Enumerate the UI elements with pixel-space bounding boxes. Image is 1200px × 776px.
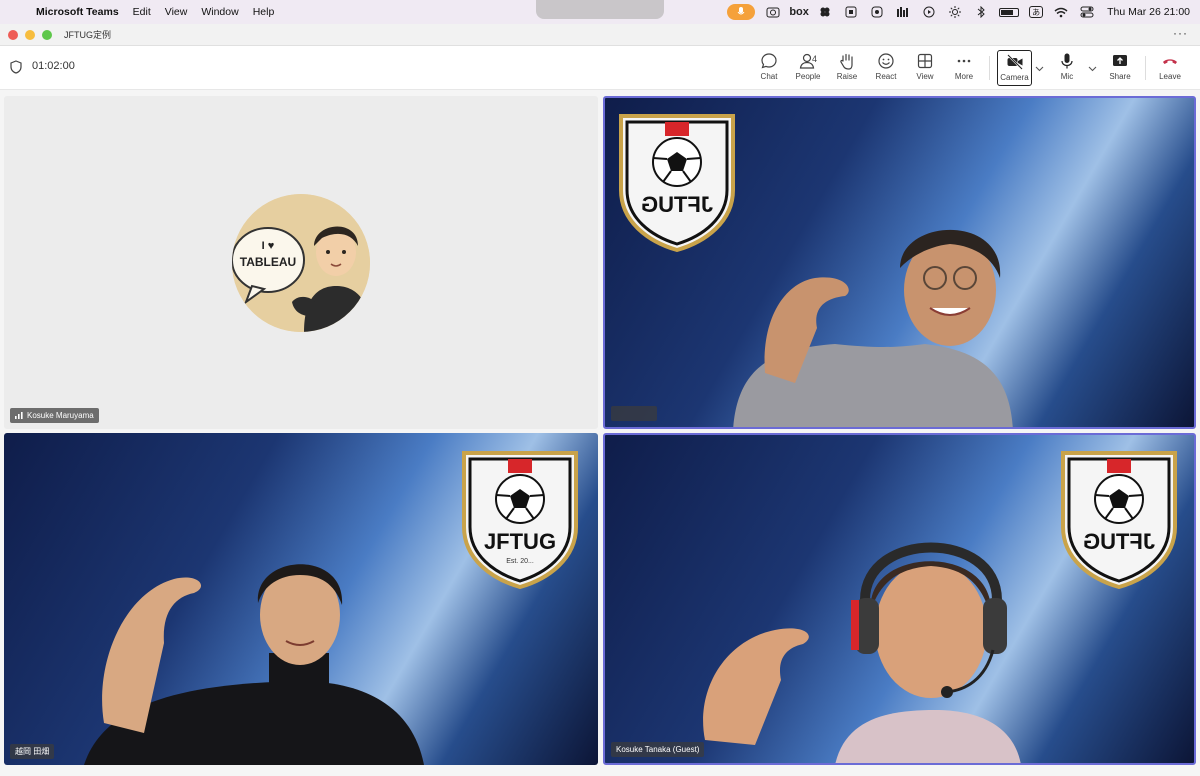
participant-tile[interactable]: JFTUG [603, 96, 1196, 429]
chat-label: Chat [760, 72, 778, 81]
avatar-text-i-love: I ♥ [262, 240, 275, 252]
participant-video-person [84, 564, 424, 765]
raise-label: Raise [836, 72, 858, 81]
wifi-icon[interactable] [1053, 5, 1069, 19]
control-center-icon[interactable] [1079, 5, 1095, 19]
crest-est-text: Est. 20... [506, 558, 534, 565]
teams-tray-icon[interactable] [843, 5, 859, 19]
crest-wordmark: JFTUG [641, 192, 713, 217]
mic-in-use-icon[interactable] [727, 4, 756, 20]
toolbar-divider [989, 56, 990, 80]
shield-icon [10, 60, 22, 74]
window-more-button[interactable]: ··· [1173, 26, 1188, 40]
menu-help[interactable]: Help [253, 6, 275, 18]
people-label: People [795, 72, 821, 81]
camera-button[interactable]: Camera [997, 50, 1032, 86]
camera-notch [536, 0, 664, 19]
camera-options-chevron-icon[interactable] [1035, 64, 1044, 74]
participant-name-chip: 越岡 田畑 [10, 744, 55, 759]
meeting-timer: 01:02:00 [32, 60, 75, 72]
participant-name-chip: Kosuke Tanaka (Guest) [611, 742, 705, 757]
avatar-text-tableau: TABLEAU [240, 255, 296, 269]
window-close-button[interactable] [8, 29, 18, 40]
mic-options-chevron-icon[interactable] [1088, 64, 1097, 74]
signal-bars-icon [15, 412, 23, 419]
leave-label: Leave [1159, 72, 1181, 81]
bluetooth-tray-icon[interactable] [973, 5, 989, 19]
crest-wordmark: JFTUG [484, 529, 556, 554]
box-tray-icon[interactable]: box [789, 5, 809, 19]
view-label: View [916, 72, 934, 81]
window-minimize-button[interactable] [25, 29, 35, 40]
participant-name-chip [611, 406, 657, 421]
menu-window[interactable]: Window [201, 6, 238, 18]
react-button[interactable]: React [866, 52, 906, 86]
jftug-crest-logo: JFTUG Est. 20... [462, 451, 578, 589]
audio-levels-tray-icon[interactable] [895, 5, 911, 19]
brightness-tray-icon[interactable] [947, 5, 963, 19]
participant-name: 越岡 田畑 [15, 747, 50, 756]
camera-off-icon [1006, 54, 1023, 70]
leave-button[interactable]: Leave [1150, 52, 1190, 86]
slack-tray-icon[interactable] [817, 5, 833, 19]
participant-tile[interactable]: JFTUG Kosuke Tanaka (Guest) [603, 433, 1196, 765]
window-title: JFTUG定例 [64, 30, 111, 40]
window-zoom-button[interactable] [42, 29, 52, 40]
more-dots-icon [957, 59, 971, 63]
crest-wordmark: JFTUG [1083, 529, 1155, 554]
react-emoji-icon [878, 53, 894, 69]
mic-label: Mic [1060, 72, 1074, 81]
participant-name: Kosuke Tanaka (Guest) [616, 745, 700, 754]
window-titlebar: JFTUG定例 ··· [0, 24, 1200, 46]
mic-icon [1061, 53, 1073, 69]
play-tray-icon[interactable] [921, 5, 937, 19]
input-method-icon[interactable]: あ [1029, 6, 1044, 18]
macos-menubar: Microsoft Teams Edit View Window Help bo… [0, 0, 1200, 24]
raise-hand-button[interactable]: Raise [827, 52, 867, 86]
hang-up-icon [1163, 59, 1177, 64]
app-menu-teams[interactable]: Microsoft Teams [36, 6, 119, 18]
participant-name: Kosuke Maruyama [27, 411, 94, 420]
participant-tile[interactable]: JFTUG Est. 20... 越岡 田畑 [4, 433, 598, 765]
react-label: React [875, 72, 897, 81]
share-label: Share [1109, 72, 1131, 81]
participant-tile[interactable]: I ♥ TABLEAU Kosuke Maruyama [4, 96, 598, 429]
share-button[interactable]: Share [1100, 52, 1140, 86]
menu-edit[interactable]: Edit [133, 6, 151, 18]
toolbar-divider [1145, 56, 1146, 80]
video-grid: I ♥ TABLEAU Kosuke Maruyama JFTUG JFTUG … [0, 90, 1200, 776]
chat-button[interactable]: Chat [749, 52, 789, 86]
people-count: 4 [812, 54, 818, 64]
share-screen-icon [1113, 55, 1127, 66]
participant-video-person [703, 542, 1021, 763]
chat-icon [761, 53, 777, 69]
tableau-avatar-illustration: I ♥ TABLEAU [232, 194, 370, 332]
more-button[interactable]: More [944, 52, 984, 86]
view-grid-icon [917, 53, 933, 69]
jftug-crest-logo: JFTUG [619, 114, 735, 252]
people-button[interactable]: 4 People [788, 52, 828, 86]
participant-video-person [733, 229, 1013, 427]
menu-view[interactable]: View [165, 6, 188, 18]
camera-tray-icon[interactable] [765, 5, 781, 19]
more-label: More [954, 72, 974, 81]
battery-icon[interactable] [999, 7, 1020, 17]
record-tray-icon[interactable] [869, 5, 885, 19]
participant-name-chip: Kosuke Maruyama [10, 408, 99, 423]
camera-label: Camera [1000, 73, 1029, 82]
meeting-toolbar: 01:02:00 Chat 4 People Raise React View … [0, 46, 1200, 90]
raise-hand-icon [840, 53, 853, 70]
menubar-clock[interactable]: Thu Mar 26 21:00 [1107, 6, 1190, 18]
menubar-tray: box あ Thu Mar 26 21:00 [727, 0, 1190, 24]
participant-avatar: I ♥ TABLEAU [232, 194, 370, 332]
mic-button[interactable]: Mic [1047, 52, 1087, 86]
view-button[interactable]: View [905, 52, 945, 86]
